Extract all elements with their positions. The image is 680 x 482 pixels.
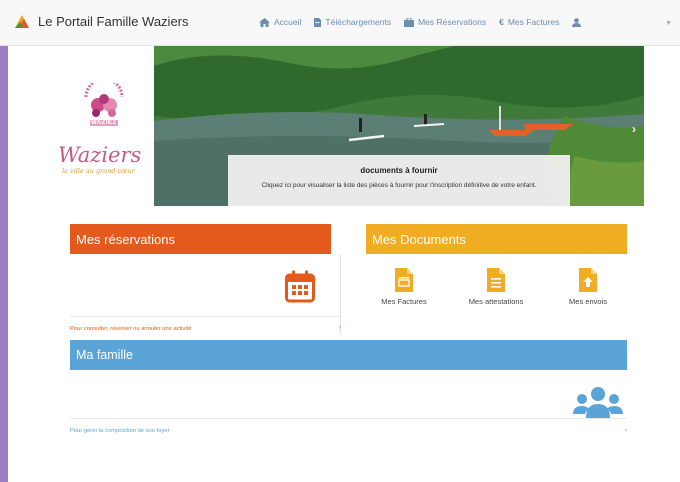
briefcase-icon — [404, 17, 415, 27]
famille-link[interactable]: Pour gérer la composition de son foyer › — [70, 418, 627, 434]
carousel-caption[interactable]: documents à fournir Cliquez ici pour vis… — [228, 155, 570, 206]
badge-text: WAZIEZ — [91, 120, 117, 126]
town-logo-text: Waziers — [58, 143, 142, 167]
file-icon — [314, 17, 322, 27]
chevron-down-icon[interactable]: ▼ — [665, 20, 672, 27]
caption-title: documents à fournir — [360, 166, 438, 175]
famille-title: Ma famille — [76, 348, 133, 362]
brand[interactable]: Le Portail Famille Waziers — [13, 12, 189, 30]
logo-zone: WAZIEZ Waziers la ville au grand cœur — [58, 83, 153, 223]
brand-logo-icon — [15, 15, 29, 28]
reservations-link[interactable]: Pour consulter, réserver ou annuler une … — [70, 316, 341, 332]
doc-mes-envois[interactable]: Mes envois — [548, 268, 628, 306]
main-nav: Accueil Téléchargements Mes Réservations… — [259, 17, 598, 27]
nav-accueil[interactable]: Accueil — [259, 17, 301, 27]
euro-icon: € — [499, 17, 504, 27]
documents-title: Mes Documents — [372, 232, 466, 247]
home-icon — [259, 17, 270, 27]
reservations-panel: Pour consulter, réserver ou annuler une … — [70, 254, 341, 334]
doc-mes-factures[interactable]: Mes Factures — [364, 268, 444, 306]
famille-header: Ma famille — [70, 340, 627, 370]
nav-telechargements[interactable]: Téléchargements — [314, 17, 391, 27]
reservations-header: Mes réservations — [70, 224, 331, 254]
carousel[interactable]: › documents à fournir Cliquez ici pour v… — [154, 46, 644, 206]
nav-factures[interactable]: € Mes Factures — [499, 17, 559, 27]
page-content: WAZIEZ Waziers la ville au grand cœur › … — [8, 46, 680, 482]
upload-file-icon — [579, 268, 597, 292]
carousel-next-arrow[interactable]: › — [632, 122, 636, 136]
nav-user[interactable] — [572, 17, 585, 27]
user-icon — [572, 17, 582, 27]
caption-text: Cliquez ici pour visualiser la liste des… — [261, 182, 537, 189]
text-file-icon — [487, 268, 505, 292]
calendar-icon[interactable] — [285, 270, 315, 303]
chevron-right-icon[interactable]: › — [625, 428, 627, 434]
brand-title: Le Portail Famille Waziers — [38, 13, 189, 29]
reservations-title: Mes réservations — [76, 232, 175, 247]
invoice-file-icon — [395, 268, 413, 292]
documents-header: Mes Documents — [366, 224, 627, 254]
doc-mes-attestations[interactable]: Mes attestations — [456, 268, 536, 306]
chevron-right-icon[interactable]: › — [339, 325, 341, 331]
nav-reservations[interactable]: Mes Réservations — [404, 17, 486, 27]
navbar: Le Portail Famille Waziers Accueil Téléc… — [0, 0, 680, 46]
town-tagline: la ville au grand cœur — [62, 167, 135, 175]
